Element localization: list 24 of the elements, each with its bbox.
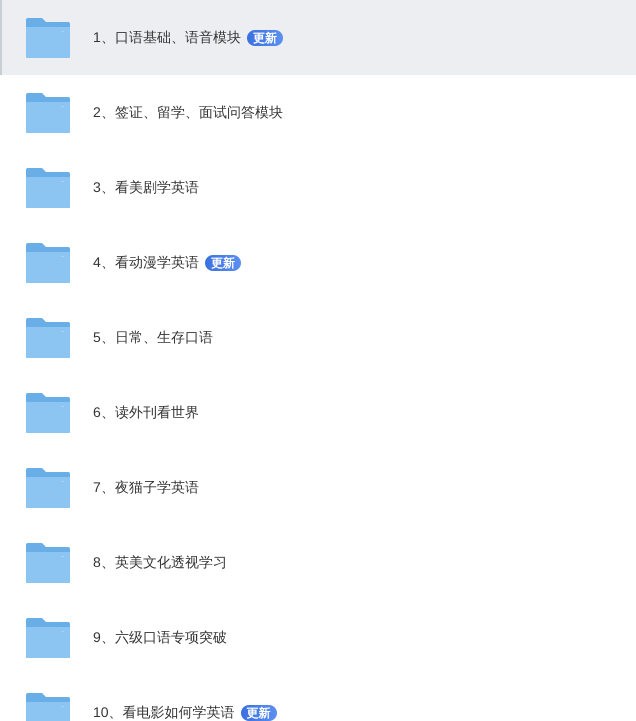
folder-icon — [25, 242, 71, 284]
folder-row[interactable]: 1、口语基础、语音模块 更新 — [0, 0, 636, 75]
update-badge: 更新 — [204, 254, 241, 270]
folder-name: 8、英美文化透视学习 — [93, 553, 227, 572]
folder-icon — [25, 16, 71, 58]
folder-icon — [25, 466, 71, 508]
folder-name: 5、日常、生存口语 — [93, 328, 213, 347]
folder-icon — [25, 616, 71, 658]
folder-name: 3、看美剧学英语 — [93, 178, 199, 197]
folder-name: 4、看动漫学英语 — [93, 253, 199, 272]
folder-icon — [25, 392, 71, 434]
folder-icon — [25, 92, 71, 134]
folder-icon — [25, 542, 71, 584]
folder-icon — [25, 692, 71, 721]
folder-name: 7、夜猫子学英语 — [93, 478, 199, 497]
folder-icon — [25, 166, 71, 208]
folder-name: 6、读外刊看世界 — [93, 403, 199, 422]
update-badge: 更新 — [240, 704, 277, 720]
folder-name: 10、看电影如何学英语 — [93, 703, 235, 721]
folder-icon — [25, 316, 71, 358]
folder-name: 1、口语基础、语音模块 — [93, 28, 241, 47]
folder-name: 9、六级口语专项突破 — [93, 628, 227, 647]
folder-name: 2、签证、留学、面试问答模块 — [93, 103, 283, 122]
update-badge: 更新 — [246, 30, 283, 46]
